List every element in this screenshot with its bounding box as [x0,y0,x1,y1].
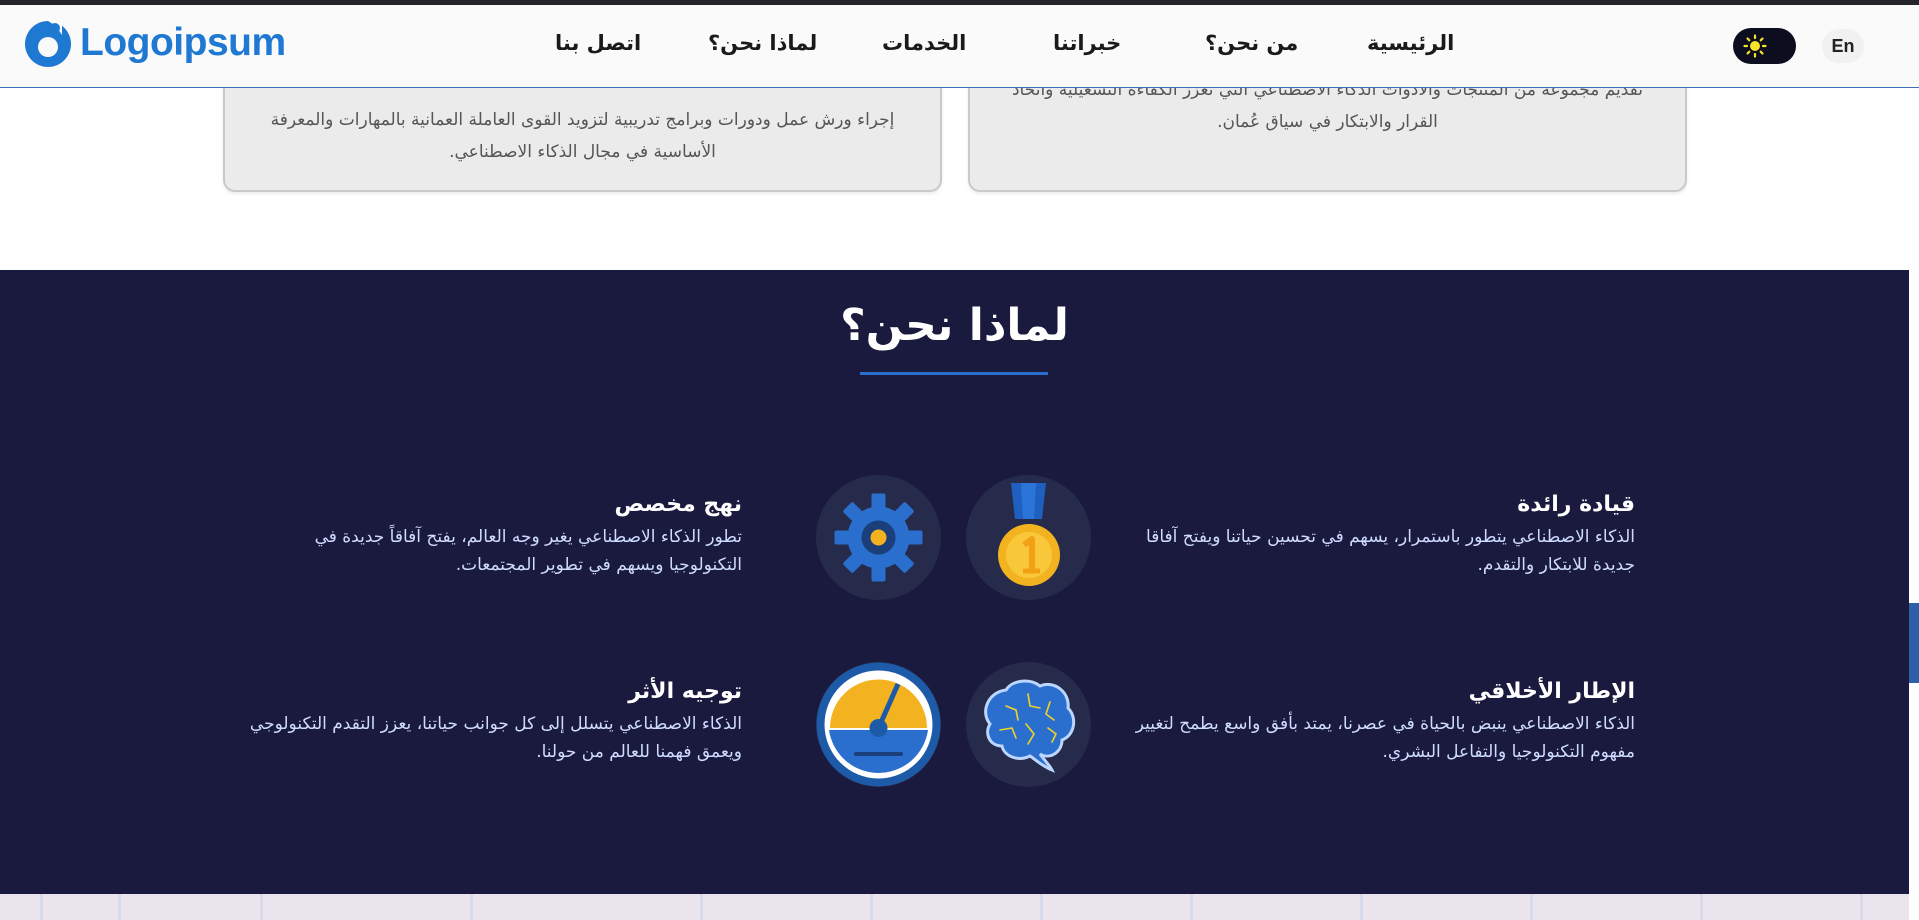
feature-text: تطور الذكاء الاصطناعي يغير وجه العالم، ي… [314,527,742,575]
nav-item-why-us[interactable]: لماذا نحن؟ [708,31,817,55]
feature-ethics: الإطار الأخلاقي الذكاء الاصطناعي ينبض با… [1135,679,1635,766]
language-switch[interactable]: En [1822,29,1864,63]
medal-icon [998,483,1060,586]
why-us-section: لماذا نحن؟ قيادة رائدة الذكاء الاصطناعي … [0,270,1909,894]
main-nav: الرئيسية من نحن؟ خبراتنا الخدمات لماذا ن… [0,5,1919,87]
title-underline [860,372,1048,375]
feature-title: الإطار الأخلاقي [1468,679,1635,704]
gear-icon [834,493,923,582]
feature-text: الذكاء الاصطناعي يتطور باستمرار، يسهم في… [1146,527,1635,575]
nav-item-contact[interactable]: اتصل بنا [555,31,641,55]
feature-title: نهج مخصص [614,492,742,517]
feature-impact: توجيه الأثر الذكاء الاصطناعي يتسلل إلى ك… [242,679,742,766]
gauge-icon-badge [816,662,941,787]
brain-icon-badge [966,662,1091,787]
feature-text: الذكاء الاصطناعي ينبض بالحياة في عصرنا، … [1135,714,1635,762]
gauge-icon [816,662,941,787]
next-section-preview [0,894,1909,920]
section-title: لماذا نحن؟ [840,300,1069,351]
site-header: Logoipsum الرئيسية من نحن؟ خبراتنا الخدم… [0,5,1919,88]
nav-item-services[interactable]: الخدمات [882,31,966,55]
nav-item-about[interactable]: من نحن؟ [1205,31,1298,55]
feature-title: قيادة رائدة [1517,492,1635,517]
gear-icon-badge [816,475,941,600]
feature-title: توجيه الأثر [628,679,742,704]
nav-item-expertise[interactable]: خبراتنا [1053,31,1121,55]
service-card-text: إجراء ورش عمل ودورات وبرامج تدريبية لتزو… [270,110,895,162]
brain-icon [984,679,1076,773]
scroll-tab[interactable] [1909,603,1919,683]
feature-leadership: قيادة رائدة الذكاء الاصطناعي يتطور باستم… [1135,492,1635,579]
sun-icon [1743,34,1767,58]
nav-item-home[interactable]: الرئيسية [1367,31,1454,55]
feature-custom-approach: نهج مخصص تطور الذكاء الاصطناعي يغير وجه … [242,492,742,579]
medal-icon-badge [966,475,1091,600]
feature-text: الذكاء الاصطناعي يتسلل إلى كل جوانب حيات… [249,714,742,762]
theme-toggle[interactable] [1733,28,1796,64]
